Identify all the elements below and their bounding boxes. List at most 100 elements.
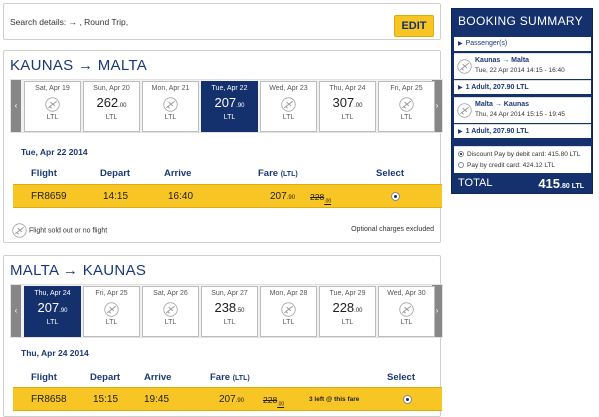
day-date: Sun, Apr 20 bbox=[93, 85, 130, 92]
radio-icon bbox=[458, 162, 464, 168]
day-date: Tue, Apr 29 bbox=[329, 290, 366, 297]
day-cell[interactable]: Sat, Apr 26 LTL bbox=[142, 286, 199, 337]
day-date: Thu, Apr 24 bbox=[329, 85, 366, 92]
day-cell[interactable]: Thu, Apr 24 207.90 LTL bbox=[24, 286, 81, 337]
fare-price: 207.90 bbox=[219, 394, 244, 405]
return-title: MALTA → KAUNAS bbox=[10, 262, 147, 279]
day-currency: LTL bbox=[400, 319, 413, 326]
day-currency: LTL bbox=[282, 114, 295, 121]
outbound-panel: KAUNAS → MALTA ‹ › Sat, Apr 19 LTL Sun, Ap… bbox=[3, 50, 443, 243]
old-price-main: 228 bbox=[310, 192, 325, 202]
col-arrive: Arrive bbox=[144, 372, 172, 383]
return-fare-text: 1 Adult, 207.90 LTL bbox=[465, 128, 529, 135]
fare-price-main: 207 bbox=[270, 191, 287, 202]
day-date: Sat, Apr 26 bbox=[153, 290, 188, 297]
day-price-dec: .50 bbox=[236, 308, 245, 314]
day-price: 262.00 bbox=[84, 94, 139, 112]
day-date: Fri, Apr 25 bbox=[390, 85, 423, 92]
old-price-dec: .00 bbox=[324, 198, 332, 205]
day-cell[interactable]: Sun, Apr 27 238.50 LTL bbox=[201, 286, 258, 337]
day-currency: LTL bbox=[341, 114, 354, 121]
fare-price-main: 207 bbox=[219, 394, 236, 405]
day-currency: LTL bbox=[46, 319, 59, 326]
depart-time: 14:15 bbox=[103, 191, 129, 202]
plane-icon bbox=[457, 103, 472, 118]
edit-button[interactable]: EDIT bbox=[394, 15, 434, 37]
day-cell[interactable]: Tue, Apr 22 207.90 LTL bbox=[201, 81, 258, 132]
select-radio[interactable] bbox=[403, 395, 412, 404]
payment-options: Discount Pay by debit card: 415.80 LTL P… bbox=[454, 146, 591, 173]
day-cell[interactable]: Mon, Apr 28 LTL bbox=[260, 286, 317, 337]
summary-outbound-time: Tue, 22 Apr 2014 14:15 - 16:40 bbox=[475, 67, 565, 74]
day-cell[interactable]: Thu, Apr 24 307.00 LTL bbox=[319, 81, 376, 132]
caret-right-icon: ▶ bbox=[458, 85, 463, 91]
chevron-left-icon[interactable]: ‹ bbox=[11, 80, 21, 132]
flight-number: FR8658 bbox=[31, 394, 67, 405]
pay-credit-text: Pay by credit card: 424.12 LTL bbox=[467, 162, 556, 169]
plane-icon bbox=[281, 302, 296, 317]
day-currency: LTL bbox=[282, 319, 295, 326]
day-price: 207.90 bbox=[202, 94, 257, 112]
summary-return-route: Malta → Kaunas bbox=[475, 101, 530, 108]
depart-time: 15:15 bbox=[93, 394, 119, 405]
pay-credit-option[interactable]: Pay by credit card: 424.12 LTL bbox=[458, 162, 555, 169]
day-cell[interactable]: Mon, Apr 21 LTL bbox=[142, 81, 199, 132]
return-fare-row[interactable]: ▶ 1 Adult, 207.90 LTL bbox=[454, 124, 591, 138]
col-fare-unit: (LTL) bbox=[232, 375, 250, 382]
total-dec: .80 LTL bbox=[560, 183, 584, 190]
old-price-dec: .00 bbox=[277, 401, 285, 408]
booking-summary: BOOKING SUMMARY ▶ Passenger(s) Kaunas → M… bbox=[451, 8, 593, 194]
caret-right-icon: ▶ bbox=[458, 41, 463, 47]
day-price-dec: .00 bbox=[354, 103, 363, 109]
summary-return-time: Thu, 24 Apr 2014 15:15 - 19:45 bbox=[475, 111, 565, 118]
day-date: Sat, Apr 19 bbox=[35, 85, 70, 92]
passengers-label: Passenger(s) bbox=[465, 40, 508, 47]
summary-return: Malta → Kaunas Thu, 24 Apr 2014 15:15 - … bbox=[454, 97, 591, 123]
plane-icon bbox=[457, 59, 472, 74]
col-depart: Depart bbox=[100, 168, 131, 179]
day-cell[interactable]: Wed, Apr 23 LTL bbox=[260, 81, 317, 132]
day-cell[interactable]: Fri, Apr 25 LTL bbox=[378, 81, 435, 132]
pay-debit-option[interactable]: Discount Pay by debit card: 415.80 LTL bbox=[458, 151, 580, 158]
day-price-dec: .90 bbox=[236, 103, 245, 109]
flight-number: FR8659 bbox=[31, 191, 67, 202]
fare-price-dec: .90 bbox=[286, 195, 296, 201]
outbound-flight-row[interactable]: FR8659 14:15 16:40 207.90 228.00 bbox=[13, 184, 442, 208]
plane-icon bbox=[399, 302, 414, 317]
select-radio[interactable] bbox=[391, 192, 400, 201]
summary-title: BOOKING SUMMARY bbox=[458, 14, 583, 28]
col-flight: Flight bbox=[31, 372, 57, 383]
day-date: Fri, Apr 25 bbox=[95, 290, 128, 297]
day-cell[interactable]: Sun, Apr 20 262.00 LTL bbox=[83, 81, 140, 132]
passengers-row[interactable]: ▶ Passenger(s) bbox=[454, 37, 591, 51]
return-selected-date: Thu, Apr 24 2014 bbox=[21, 348, 89, 358]
day-price-main: 228 bbox=[332, 300, 355, 315]
summary-outbound-route: Kaunas → Malta bbox=[475, 57, 530, 64]
day-cell[interactable]: Fri, Apr 25 LTL bbox=[83, 286, 140, 337]
arrive-time: 16:40 bbox=[168, 191, 194, 202]
return-panel: MALTA → KAUNAS ‹ › Thu, Apr 24 207.90 LTL F… bbox=[3, 255, 443, 417]
day-cell[interactable]: Wed, Apr 30 LTL bbox=[378, 286, 435, 337]
day-cell[interactable]: Tue, Apr 29 228.00 LTL bbox=[319, 286, 376, 337]
day-currency: LTL bbox=[223, 319, 236, 326]
outbound-selected-date: Tue, Apr 22 2014 bbox=[21, 147, 88, 157]
day-cell[interactable]: Sat, Apr 19 LTL bbox=[24, 81, 81, 132]
day-price-main: 262 bbox=[96, 95, 119, 110]
day-currency: LTL bbox=[223, 114, 236, 121]
day-price: 228.00 bbox=[320, 299, 375, 317]
day-date: Sun, Apr 27 bbox=[211, 290, 248, 297]
chevron-left-icon[interactable]: ‹ bbox=[11, 285, 21, 337]
day-currency: LTL bbox=[164, 114, 177, 121]
outbound-fare-row[interactable]: ▶ 1 Adult, 207.90 LTL bbox=[454, 80, 591, 94]
day-date: Tue, Apr 22 bbox=[211, 85, 248, 92]
day-currency: LTL bbox=[341, 319, 354, 326]
day-currency: LTL bbox=[105, 319, 118, 326]
day-price-main: 238 bbox=[214, 300, 237, 315]
total-main: 415 bbox=[538, 176, 561, 191]
day-currency: LTL bbox=[400, 114, 413, 121]
day-currency: LTL bbox=[105, 114, 118, 121]
col-flight: Flight bbox=[31, 168, 57, 179]
day-date: Wed, Apr 30 bbox=[387, 290, 426, 297]
pay-debit-text: Discount Pay by debit card: 415.80 LTL bbox=[467, 151, 581, 158]
return-flight-row[interactable]: FR8658 15:15 19:45 207.90 228.00 3 left … bbox=[13, 387, 442, 411]
